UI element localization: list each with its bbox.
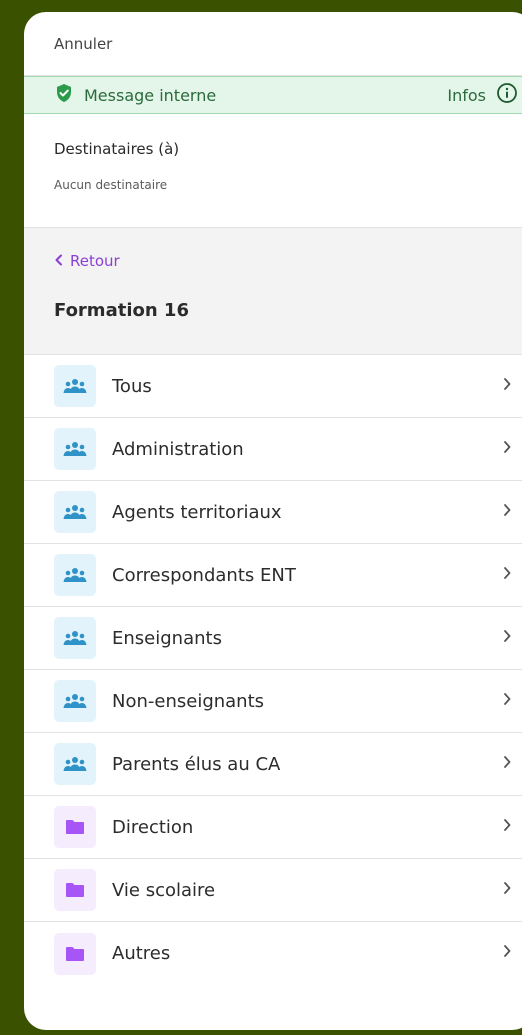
list-item-label: Tous [112,375,152,397]
list-item-direction[interactable]: Direction [24,796,522,859]
chevron-right-icon [502,691,512,710]
navigation-panel: Retour Formation 16 [24,227,522,355]
list-item-label: Non-enseignants [112,690,265,712]
info-label: Infos [447,85,486,105]
chevron-right-icon [502,502,512,521]
recipient-picker-sheet: Annuler Message interne Infos Destinatai… [24,12,522,1030]
list-item-administration[interactable]: Administration [24,418,522,481]
list-item-label: Vie scolaire [112,879,216,901]
list-item-label: Correspondants ENT [112,564,296,586]
recipients-title: Destinataires (à) [54,140,180,158]
shield-check-icon [54,83,74,107]
chevron-right-icon [502,628,512,647]
recipients-empty-text: Aucun destinataire [54,178,168,192]
list-item-enseignants[interactable]: Enseignants [24,607,522,670]
recipients-field[interactable]: Destinataires (à) Aucun destinataire [24,114,522,227]
list-item-label: Agents territoriaux [112,501,282,523]
group-icon [54,743,96,785]
folder-icon [54,932,96,975]
list-item-tous[interactable]: Tous [24,355,522,418]
group-icon [54,680,96,722]
header-bar: Annuler [24,12,522,76]
back-button[interactable]: Retour [54,252,522,270]
list-item-non-enseignants[interactable]: Non-enseignants [24,670,522,733]
chevron-right-icon [502,880,512,899]
group-title: Formation 16 [54,300,189,321]
group-icon [54,491,96,533]
list-item-correspondants-ent[interactable]: Correspondants ENT [24,544,522,607]
list-item-label: Parents élus au CA [112,753,281,775]
group-icon [54,554,96,596]
chevron-right-icon [502,439,512,458]
list-item-label: Administration [112,438,244,460]
list-item-parents-elus[interactable]: Parents élus au CA [24,733,522,796]
group-icon [54,617,96,659]
back-label: Retour [70,252,120,270]
info-icon [496,82,518,108]
chevron-right-icon [502,817,512,836]
chevron-left-icon [54,252,64,270]
list-item-agents-territoriaux[interactable]: Agents territoriaux [24,481,522,544]
group-icon [54,365,96,407]
chevron-right-icon [502,943,512,962]
chevron-right-icon [502,565,512,584]
list-item-label: Enseignants [112,627,222,649]
cancel-button[interactable]: Annuler [54,35,112,53]
info-button[interactable]: Infos [447,82,518,108]
list-item-vie-scolaire[interactable]: Vie scolaire [24,859,522,922]
group-icon [54,428,96,470]
list-item-autres[interactable]: Autres [24,922,522,985]
chevron-right-icon [502,376,512,395]
list-item-label: Autres [112,943,171,964]
folder-icon [54,806,96,848]
recipient-group-list: Tous Administration Agents territoriaux … [24,355,522,985]
internal-message-banner: Message interne Infos [24,76,522,114]
folder-icon [54,869,96,911]
list-item-label: Direction [112,816,194,838]
internal-message-label: Message interne [84,85,217,105]
chevron-right-icon [502,754,512,773]
